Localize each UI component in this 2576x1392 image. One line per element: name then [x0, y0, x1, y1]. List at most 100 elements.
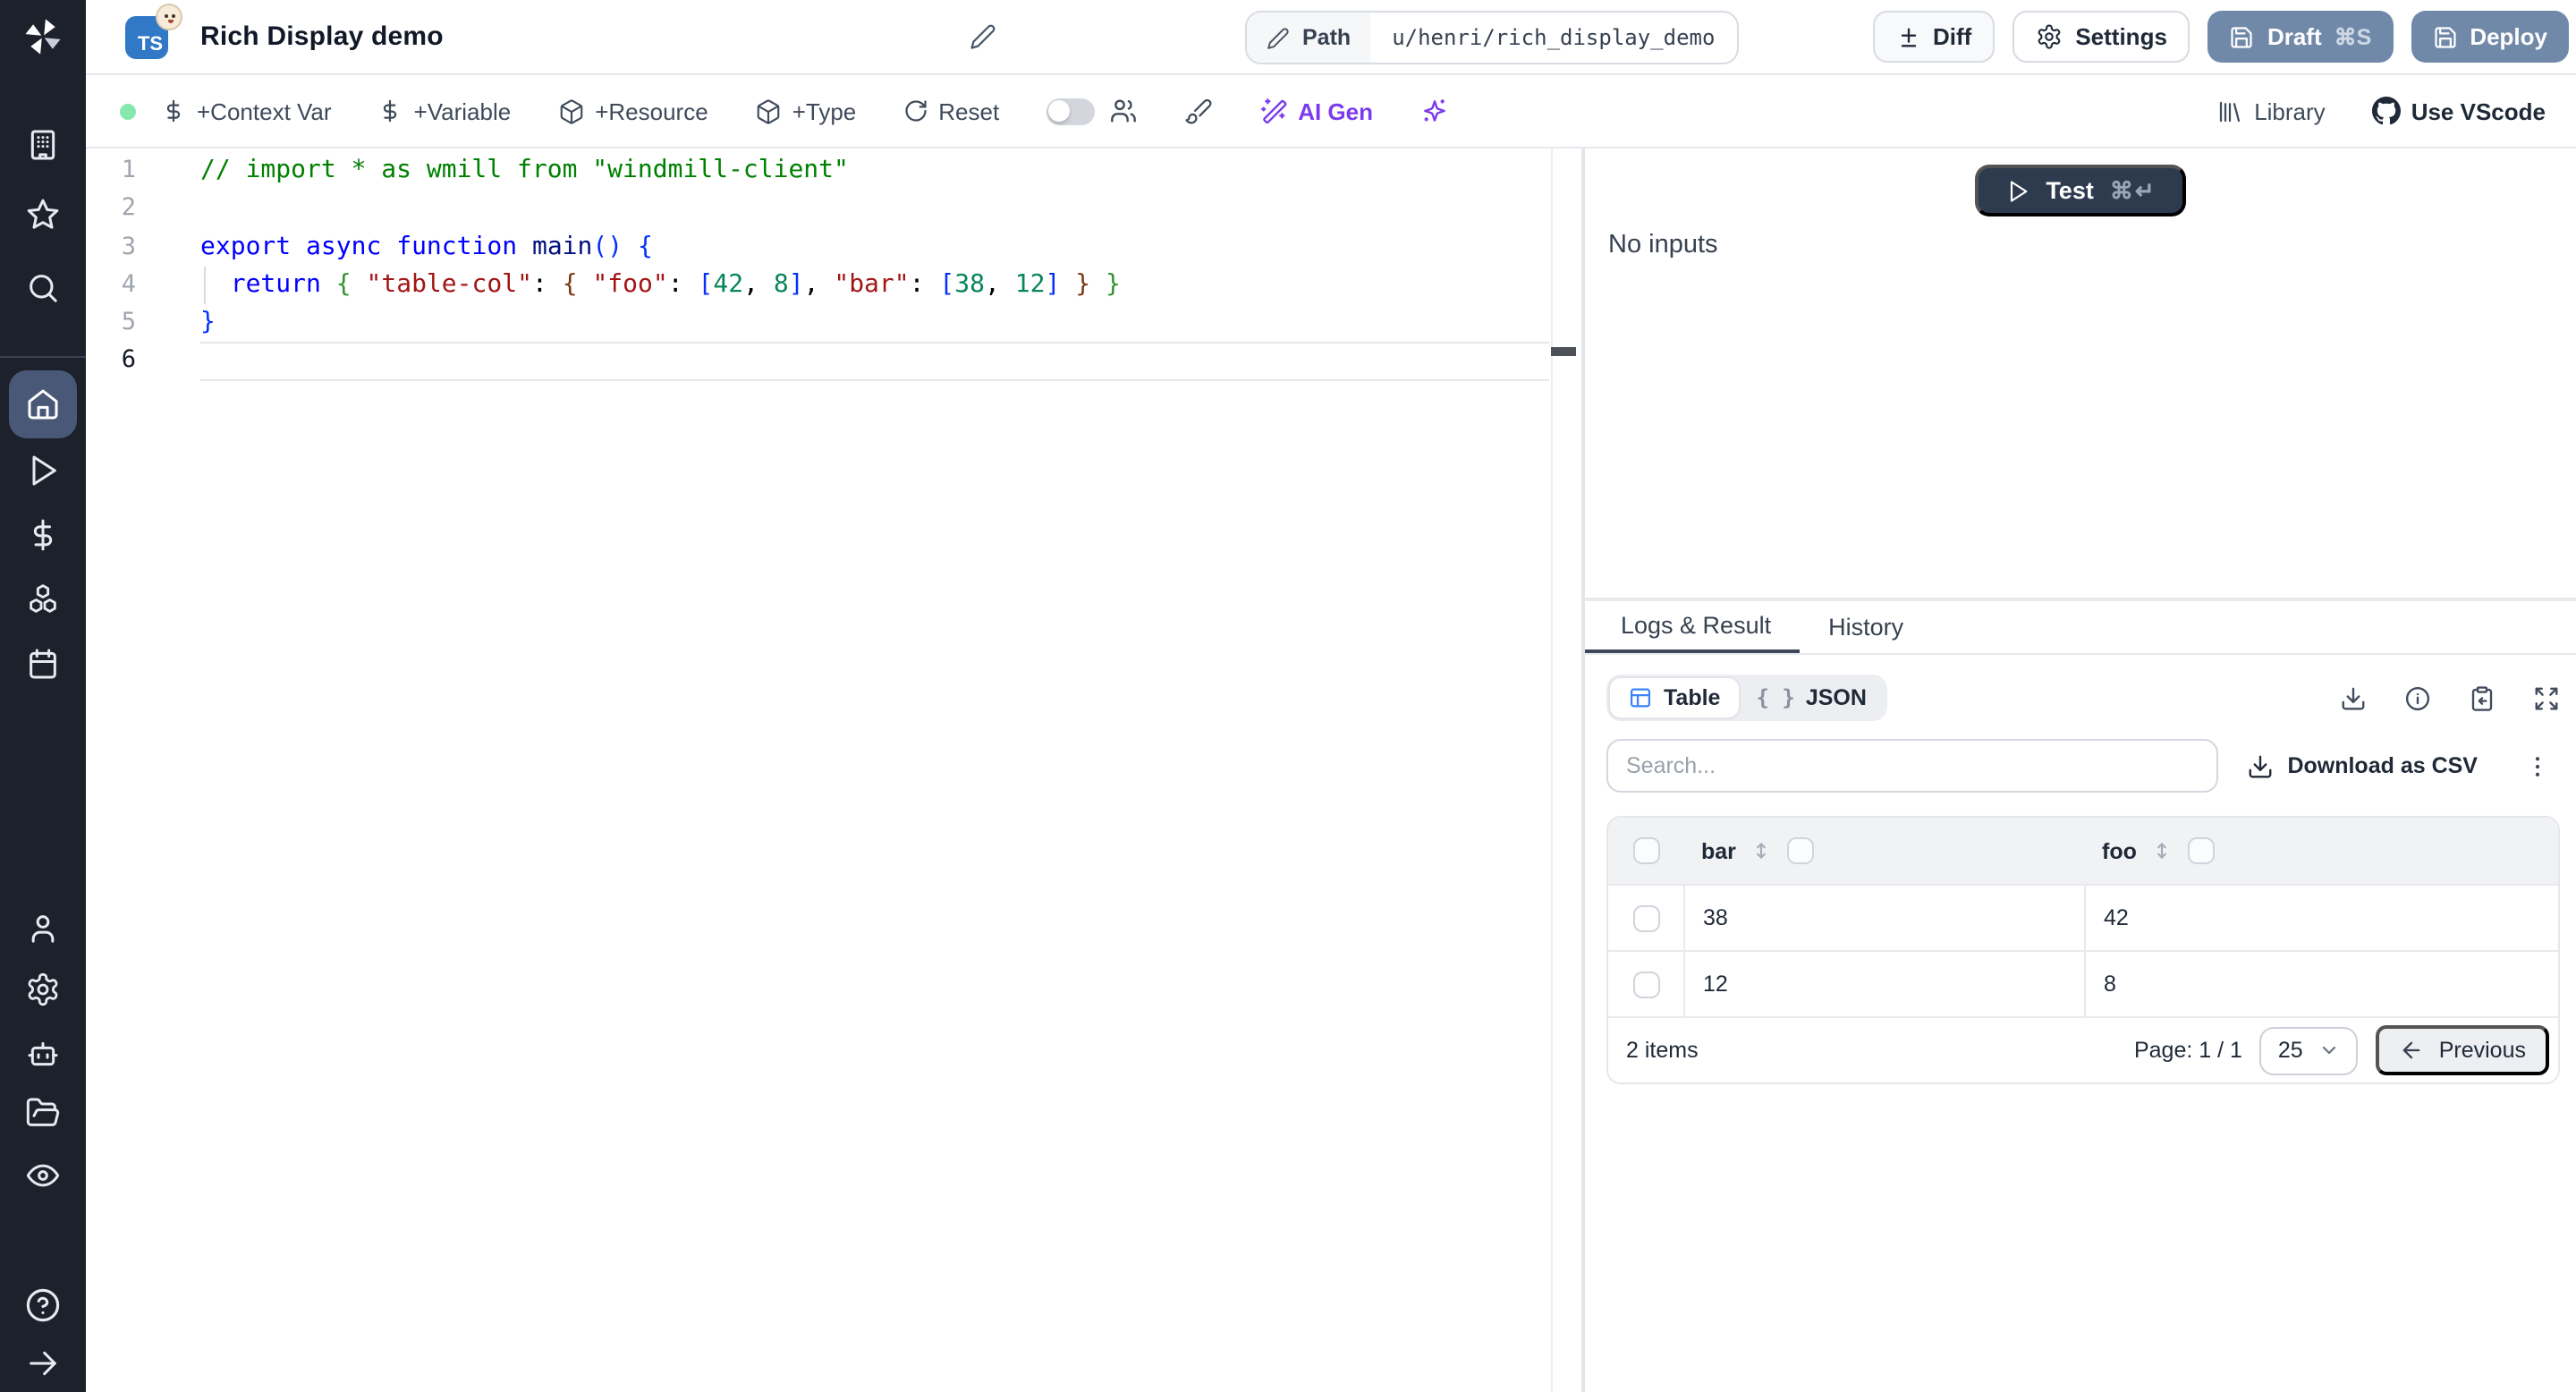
table-row[interactable]: 12 8 [1608, 950, 2558, 1016]
status-dot [120, 103, 136, 119]
test-shortcut: ⌘↵ [2109, 176, 2157, 203]
test-panel: Test ⌘↵ No inputs [1585, 149, 2576, 598]
select-all-checkbox[interactable] [1632, 837, 1659, 864]
sidebar-expand-button[interactable] [25, 1345, 61, 1381]
package-icon [559, 98, 582, 123]
multiplayer-toggle[interactable] [1046, 98, 1095, 124]
use-vscode-button[interactable]: Use VScode [2371, 97, 2546, 125]
gear-icon [28, 972, 58, 1006]
table-footer: 2 items Page: 1 / 1 25 Previous [1608, 1016, 2558, 1082]
sparkles-button[interactable] [1419, 97, 1448, 125]
sidebar-item-workspace[interactable] [25, 127, 61, 163]
path-label-segment: Path [1247, 13, 1371, 63]
sidebar-divider [0, 356, 86, 358]
add-context-var-button[interactable]: +Context Var [161, 98, 332, 124]
main-area: TS Rich Display demo Path u/henri/rich_d… [86, 0, 2576, 1392]
sidebar-item-resources[interactable] [25, 581, 61, 617]
view-mode-json[interactable]: { } JSON [1738, 678, 1884, 717]
tab-logs-result[interactable]: Logs & Result [1585, 601, 1801, 653]
row-checkbox[interactable] [1632, 904, 1659, 931]
add-type-button[interactable]: +Type [755, 98, 856, 124]
expand-icon[interactable] [2533, 684, 2560, 711]
page-size-select[interactable]: 25 [2259, 1026, 2359, 1074]
row-checkbox[interactable] [1632, 971, 1659, 997]
package-icon [757, 98, 779, 123]
download-csv-button[interactable]: Download as CSV [2246, 752, 2478, 779]
save-icon [2232, 26, 2253, 47]
sidebar-item-folders[interactable] [25, 1095, 61, 1131]
sidebar-item-settings[interactable] [25, 972, 61, 1007]
library-button[interactable]: Library [2216, 98, 2326, 124]
table-menu-kebab-icon[interactable] [2524, 752, 2551, 779]
editor-scrollbar-track[interactable] [1551, 149, 1553, 1392]
sort-bar-icon[interactable] [1750, 839, 1774, 862]
sidebar-item-audit-logs[interactable] [25, 1158, 61, 1193]
home-icon [28, 389, 58, 420]
draft-button[interactable]: Draft ⌘S [2207, 11, 2394, 63]
refresh-icon [904, 100, 926, 122]
code-lines[interactable]: // import * as wmill from "windmill-clie… [200, 152, 1546, 381]
sidebar-item-search[interactable] [25, 270, 61, 306]
chevron-down-icon [2323, 1046, 2336, 1055]
copy-to-clipboard-icon[interactable] [2469, 684, 2496, 711]
cell-bar: 38 [1683, 886, 2084, 950]
edit-title-pencil-icon[interactable] [970, 23, 996, 50]
topbar-actions: Diff Settings Draft ⌘S Deploy [1872, 11, 2576, 63]
column-bar-checkbox[interactable] [1787, 837, 1815, 864]
search-input[interactable] [1606, 739, 2218, 793]
page-title: Rich Display demo [200, 21, 444, 52]
format-brush-button[interactable] [1183, 97, 1212, 125]
deploy-button[interactable]: Deploy [2411, 11, 2569, 63]
search-icon [30, 275, 57, 302]
right-panel: Test ⌘↵ No inputs Logs & Result History [1585, 149, 2576, 1392]
cell-bar: 12 [1683, 952, 2084, 1016]
multiplayer-group [1046, 97, 1137, 125]
star-icon [27, 199, 59, 229]
windmill-logo-icon[interactable] [21, 14, 65, 59]
sort-foo-icon[interactable] [2151, 839, 2174, 862]
add-variable-button[interactable]: +Variable [378, 98, 511, 124]
table-header-row: bar foo [1608, 818, 2558, 884]
column-foo-checkbox[interactable] [2188, 837, 2216, 864]
path-control[interactable]: Path u/henri/rich_display_demo [1245, 11, 1739, 64]
cell-foo: 42 [2084, 886, 2558, 950]
test-button[interactable]: Test ⌘↵ [1974, 165, 2187, 216]
sidebar-item-help[interactable] [24, 1286, 62, 1324]
table-icon [1630, 688, 1651, 708]
ai-gen-button[interactable]: AI Gen [1258, 97, 1373, 125]
diff-icon [1900, 27, 1916, 47]
column-header-bar: bar [1701, 838, 1736, 863]
tab-history[interactable]: History [1800, 601, 1932, 653]
folder-open-icon [26, 1098, 60, 1126]
save-icon [2434, 26, 2455, 47]
view-mode-table[interactable]: Table [1610, 678, 1739, 717]
sidebar-item-users[interactable] [25, 911, 61, 946]
table-row[interactable]: 38 42 [1608, 884, 2558, 950]
previous-page-button[interactable]: Previous [2376, 1025, 2549, 1075]
path-value: u/henri/rich_display_demo [1392, 25, 1716, 50]
code-editor[interactable]: 123456 // import * as wmill from "windmi… [86, 149, 1581, 1392]
sidebar-item-runs[interactable] [25, 453, 61, 488]
sparkles-icon [1423, 99, 1445, 122]
add-resource-button[interactable]: +Resource [557, 98, 708, 124]
sidebar-item-home[interactable] [9, 370, 77, 438]
dollar-icon [33, 519, 53, 551]
braces-icon: { } [1756, 685, 1795, 710]
diff-button[interactable]: Diff [1872, 11, 1996, 63]
info-icon[interactable] [2404, 684, 2431, 711]
download-result-icon[interactable] [2340, 684, 2367, 711]
sidebar-item-schedules[interactable] [25, 646, 61, 682]
sidebar-item-variables[interactable] [25, 517, 61, 553]
robot-icon [28, 1041, 58, 1066]
reset-button[interactable]: Reset [902, 98, 999, 124]
settings-button[interactable]: Settings [2012, 11, 2190, 63]
cubes-icon [30, 584, 56, 613]
content-split: 123456 // import * as wmill from "windmi… [86, 149, 2576, 1392]
building-icon [30, 130, 55, 160]
sidebar-item-workers[interactable] [25, 1036, 61, 1072]
no-inputs-label: No inputs [1608, 231, 1718, 259]
column-header-foo: foo [2102, 838, 2137, 863]
sidebar-item-favorites[interactable] [25, 197, 61, 233]
calendar-icon [30, 649, 56, 679]
script-emoji [156, 3, 182, 30]
